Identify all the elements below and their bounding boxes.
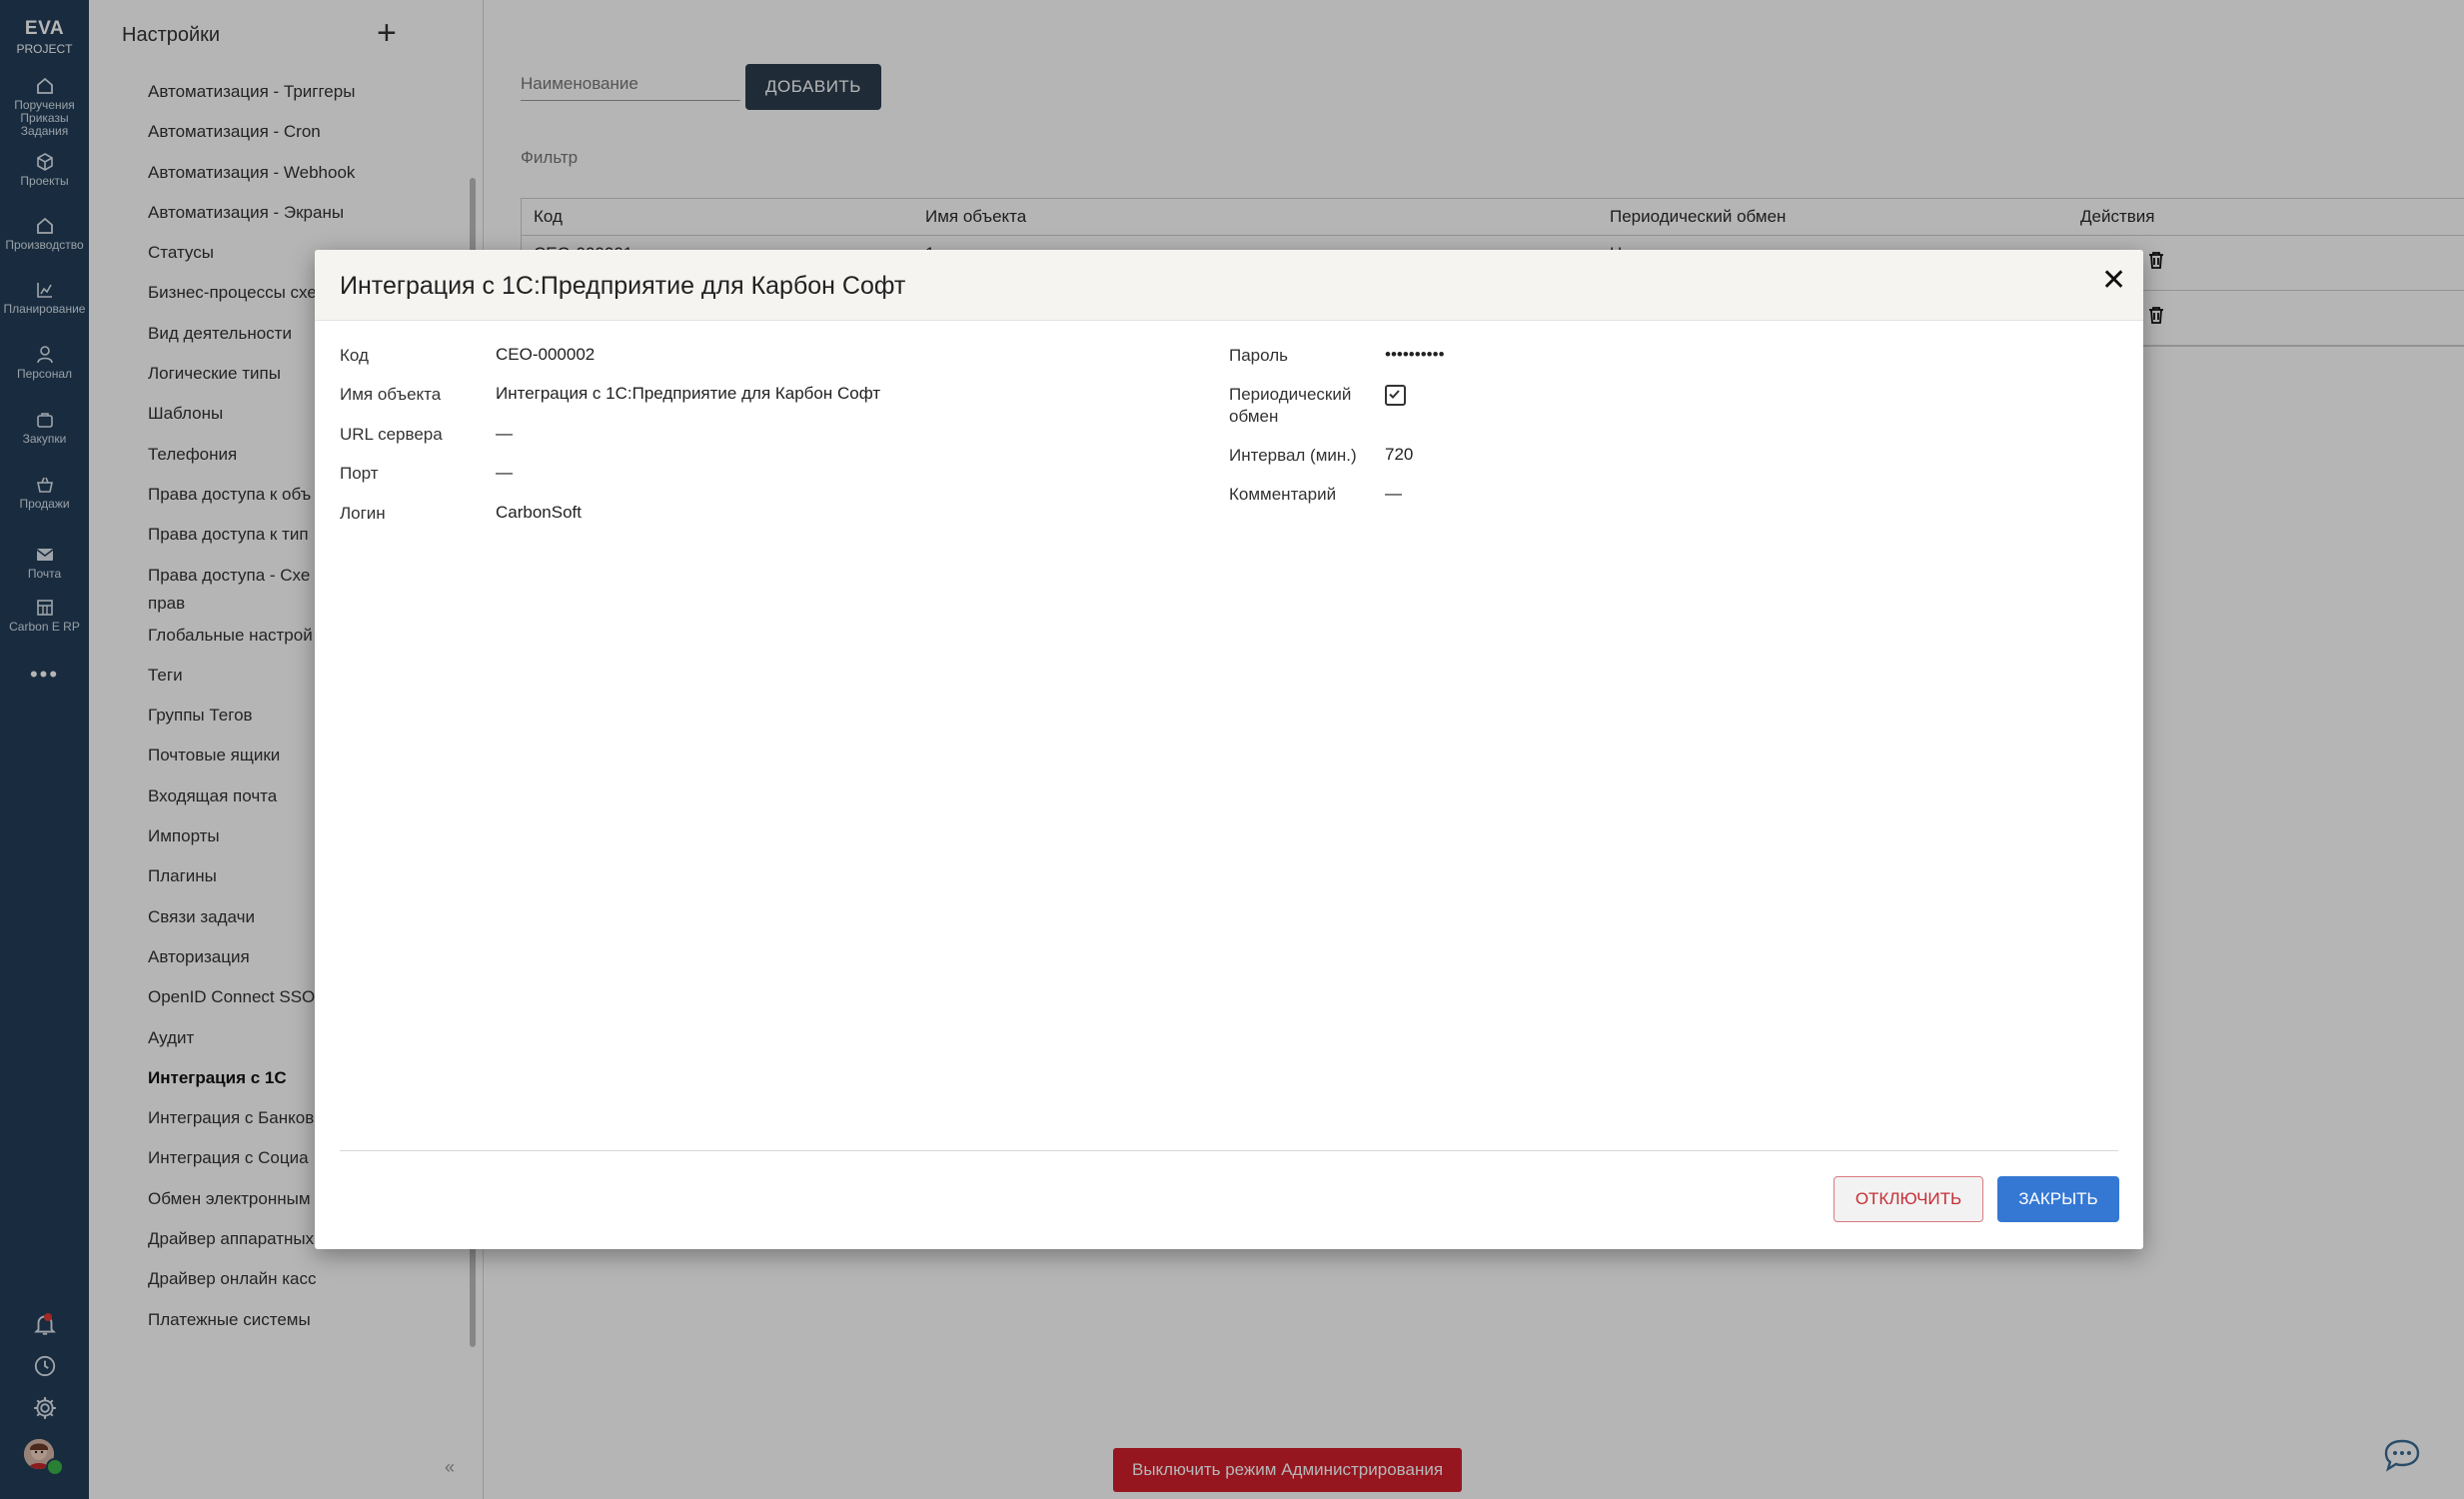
- field-value-code: CEO-000002: [496, 345, 596, 364]
- periodic-checkbox: [1385, 385, 1406, 406]
- dialog-header: Интеграция с 1С:Предприятие для Карбон С…: [315, 250, 2143, 321]
- field-label-password: Пароль: [1229, 346, 1288, 365]
- field-label-comment: Комментарий: [1229, 485, 1337, 504]
- field-value-port: —: [496, 463, 513, 482]
- field-value-interval: 720: [1385, 445, 1414, 464]
- field-label-port: Порт: [340, 464, 379, 483]
- dialog-title: Интеграция с 1С:Предприятие для Карбон С…: [340, 272, 906, 300]
- field-label-code: Код: [340, 346, 369, 365]
- check-icon: [1389, 390, 1400, 399]
- close-button[interactable]: ЗАКРЫТЬ: [1997, 1176, 2119, 1222]
- field-label-url: URL сервера: [340, 425, 443, 444]
- field-label-periodic: Периодический обмен: [1229, 385, 1352, 426]
- field-label-interval: Интервал (мин.): [1229, 446, 1357, 465]
- field-label-login: Логин: [340, 504, 386, 523]
- dialog-divider: [340, 1150, 2118, 1151]
- field-value-login: CarbonSoft: [496, 503, 582, 522]
- field-label-name: Имя объекта: [340, 385, 442, 404]
- close-icon[interactable]: ✕: [2101, 266, 2126, 296]
- field-value-name: Интеграция с 1С:Предприятие для Карбон С…: [496, 384, 881, 403]
- integration-dialog: Интеграция с 1С:Предприятие для Карбон С…: [315, 250, 2143, 1249]
- field-value-comment: —: [1385, 484, 1402, 503]
- field-value-url: —: [496, 424, 513, 443]
- disable-button[interactable]: ОТКЛЮЧИТЬ: [1834, 1176, 1983, 1222]
- field-value-password: ••••••••••: [1385, 345, 1445, 364]
